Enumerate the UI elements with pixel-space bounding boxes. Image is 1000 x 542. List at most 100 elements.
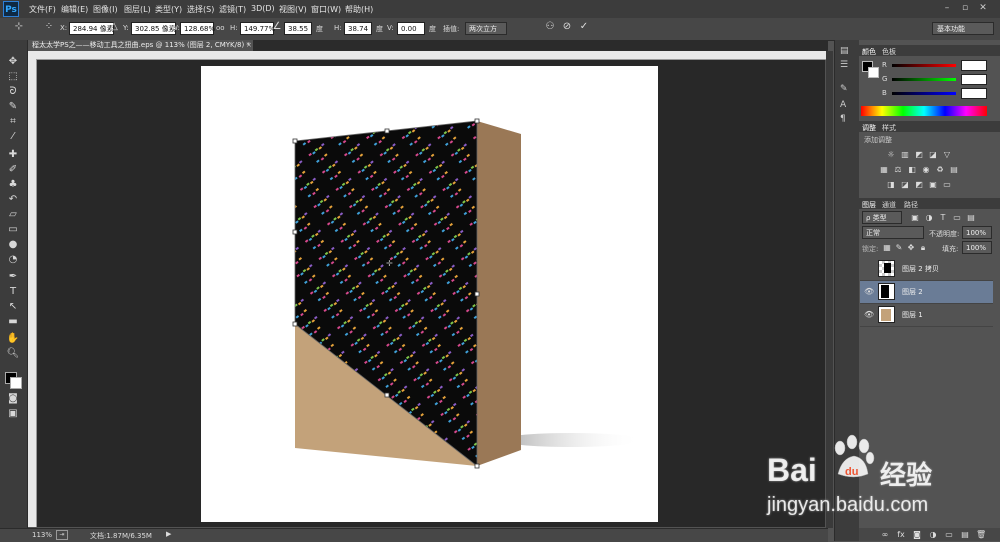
menu-edit[interactable]: 编辑(E) bbox=[61, 4, 88, 15]
g-slider[interactable] bbox=[892, 78, 956, 81]
tab-styles[interactable]: 样式 bbox=[882, 123, 896, 133]
vibrance-icon[interactable]: ▽ bbox=[942, 150, 952, 159]
menu-window[interactable]: 窗口(W) bbox=[311, 4, 341, 15]
g-value-field[interactable] bbox=[961, 74, 987, 85]
maximize-icon[interactable]: ▫ bbox=[958, 2, 972, 14]
brush-presets-icon[interactable]: ✎ bbox=[840, 84, 848, 94]
curves-icon[interactable]: ◩ bbox=[914, 150, 924, 159]
transform-tool-icon[interactable]: ⊹ bbox=[12, 20, 26, 34]
minimize-icon[interactable]: – bbox=[940, 2, 954, 14]
crop-tool-icon[interactable]: ⌗ bbox=[5, 115, 21, 129]
menu-help[interactable]: 帮助(H) bbox=[345, 4, 373, 15]
color-background-swatch[interactable] bbox=[868, 67, 879, 78]
quick-select-tool-icon[interactable]: ✎ bbox=[5, 100, 21, 114]
tab-layers[interactable]: 图层 bbox=[862, 200, 876, 210]
visibility-eye-icon[interactable]: 👁︎ bbox=[864, 287, 874, 297]
opacity-field[interactable]: 100% bbox=[962, 226, 992, 239]
transform-handle[interactable] bbox=[474, 291, 480, 297]
layer-row-layer2-copy[interactable]: 图层 2 拷贝 bbox=[860, 258, 993, 281]
commit-transform-icon[interactable]: ✓ bbox=[577, 20, 591, 34]
gradient-map-icon[interactable]: ▭ bbox=[942, 180, 952, 189]
transform-handle[interactable] bbox=[384, 392, 390, 398]
h-skew-field[interactable]: 38.74 bbox=[344, 22, 372, 35]
export-icon[interactable]: ⇥ bbox=[56, 530, 68, 540]
menu-select[interactable]: 选择(S) bbox=[187, 4, 214, 15]
y-field[interactable]: 302.85 像素 bbox=[131, 22, 176, 35]
history-brush-tool-icon[interactable]: ↶ bbox=[5, 193, 21, 207]
lock-image-icon[interactable]: ✎ bbox=[894, 243, 904, 252]
close-tab-icon[interactable]: × bbox=[246, 40, 252, 51]
brush-tool-icon[interactable]: ✐ bbox=[5, 163, 21, 177]
filter-shape-icon[interactable]: ▭ bbox=[952, 213, 962, 222]
layer-name[interactable]: 图层 2 拷贝 bbox=[902, 264, 939, 274]
menu-type[interactable]: 类型(Y) bbox=[155, 4, 182, 15]
clone-stamp-tool-icon[interactable]: ♣ bbox=[5, 178, 21, 192]
levels-icon[interactable]: ▥ bbox=[900, 150, 910, 159]
width-field[interactable]: 128.68% bbox=[180, 22, 215, 35]
delete-layer-icon[interactable]: 🗑︎ bbox=[976, 530, 986, 539]
filter-type-icon[interactable]: T bbox=[938, 213, 948, 222]
healing-brush-tool-icon[interactable]: ✚ bbox=[5, 148, 21, 162]
color-spectrum-ramp[interactable] bbox=[861, 106, 987, 116]
delta-icon[interactable]: △ bbox=[107, 20, 121, 34]
path-selection-tool-icon[interactable]: ↖ bbox=[5, 300, 21, 314]
b-value-field[interactable] bbox=[961, 88, 987, 99]
eraser-tool-icon[interactable]: ▱ bbox=[5, 208, 21, 222]
add-mask-icon[interactable]: ◙ bbox=[912, 530, 922, 539]
layer-name[interactable]: 图层 1 bbox=[902, 310, 923, 320]
quick-mask-icon[interactable]: ◙ bbox=[5, 392, 21, 406]
filter-pixel-icon[interactable]: ▣ bbox=[910, 213, 920, 222]
b-slider[interactable] bbox=[892, 92, 956, 95]
lasso-tool-icon[interactable]: ᘐ bbox=[5, 85, 21, 99]
reference-point-icon[interactable]: ⁘ bbox=[42, 20, 56, 34]
history-panel-icon[interactable]: ▤ bbox=[840, 46, 849, 56]
background-color-swatch[interactable] bbox=[10, 377, 22, 389]
new-group-icon[interactable]: ▭ bbox=[944, 530, 954, 539]
interpolation-select[interactable]: 两次立方 bbox=[465, 22, 507, 35]
exposure-icon[interactable]: ◪ bbox=[928, 150, 938, 159]
visibility-eye-icon[interactable]: 👁︎ bbox=[864, 310, 874, 320]
pen-tool-icon[interactable]: ✒ bbox=[5, 270, 21, 284]
tab-swatches[interactable]: 色板 bbox=[882, 47, 896, 57]
tab-paths[interactable]: 路径 bbox=[904, 200, 918, 210]
hue-saturation-icon[interactable]: ▦ bbox=[879, 165, 889, 174]
box-artwork[interactable]: ✛ bbox=[201, 66, 658, 522]
dodge-tool-icon[interactable]: ◔ bbox=[5, 253, 21, 267]
marquee-tool-icon[interactable]: ⬚ bbox=[5, 70, 21, 84]
zoom-tool-icon[interactable]: 🔍︎ bbox=[5, 347, 21, 361]
zoom-level[interactable]: 113% bbox=[32, 531, 52, 539]
gradient-tool-icon[interactable]: ▭ bbox=[5, 223, 21, 237]
transform-handle[interactable] bbox=[474, 463, 480, 469]
reference-point-icon[interactable]: ✛ bbox=[386, 259, 393, 268]
layer-row-layer2[interactable]: 👁︎ 图层 2 bbox=[860, 281, 993, 304]
r-value-field[interactable] bbox=[961, 60, 987, 71]
fill-field[interactable]: 100% bbox=[962, 241, 992, 254]
layer-row-layer1[interactable]: 👁︎ 图层 1 bbox=[860, 304, 993, 327]
menu-3d[interactable]: 3D(D) bbox=[251, 4, 275, 13]
selective-color-icon[interactable]: ▣ bbox=[928, 180, 938, 189]
lock-all-icon[interactable]: 🔒︎ bbox=[918, 243, 928, 252]
photo-filter-icon[interactable]: ◉ bbox=[921, 165, 931, 174]
invert-icon[interactable]: ◨ bbox=[886, 180, 896, 189]
threshold-icon[interactable]: ◩ bbox=[914, 180, 924, 189]
link-icon[interactable]: oo bbox=[216, 24, 225, 32]
tab-channels[interactable]: 通道 bbox=[882, 200, 896, 210]
close-icon[interactable]: ✕ bbox=[976, 2, 990, 14]
posterize-icon[interactable]: ◪ bbox=[900, 180, 910, 189]
lock-transparent-icon[interactable]: ▦ bbox=[882, 243, 892, 252]
new-layer-icon[interactable]: ▤ bbox=[960, 530, 970, 539]
layer-kind-filter[interactable]: ρ 类型 bbox=[862, 211, 902, 224]
transform-handle[interactable] bbox=[292, 321, 298, 327]
blur-tool-icon[interactable]: ● bbox=[5, 238, 21, 252]
transform-handle[interactable] bbox=[292, 229, 298, 235]
menu-image[interactable]: 图像(I) bbox=[93, 4, 118, 15]
character-panel-icon[interactable]: A bbox=[840, 100, 846, 110]
v-skew-field[interactable]: 0.00 bbox=[397, 22, 425, 35]
color-balance-icon[interactable]: ⚖ bbox=[893, 165, 903, 174]
shape-tool-icon[interactable]: ▬ bbox=[5, 315, 21, 329]
filter-adjustment-icon[interactable]: ◑ bbox=[924, 213, 934, 222]
color-lookup-icon[interactable]: ▤ bbox=[949, 165, 959, 174]
eyedropper-tool-icon[interactable]: ⁄ bbox=[5, 130, 21, 144]
layer-name[interactable]: 图层 2 bbox=[902, 287, 923, 297]
hand-tool-icon[interactable]: ✋ bbox=[5, 332, 21, 346]
